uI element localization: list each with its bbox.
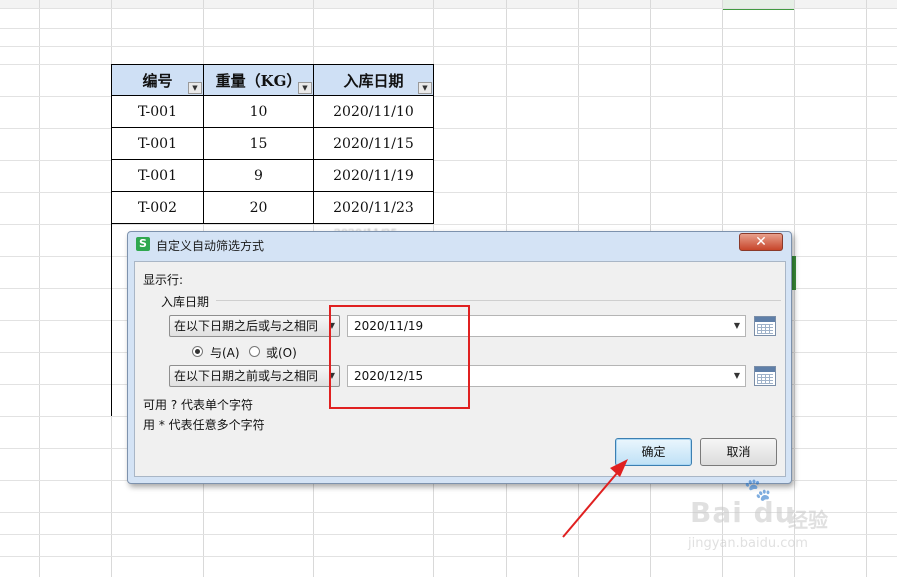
watermark: 🐾 Bai du 经验 jingyan.baidu.com: [684, 478, 854, 558]
arrow-shaft: [562, 465, 624, 538]
arrow-head: [610, 459, 628, 477]
watermark-cn: 经验: [788, 508, 828, 532]
watermark-url: jingyan.baidu.com: [688, 536, 808, 551]
watermark-logo: Bai du: [690, 496, 796, 529]
